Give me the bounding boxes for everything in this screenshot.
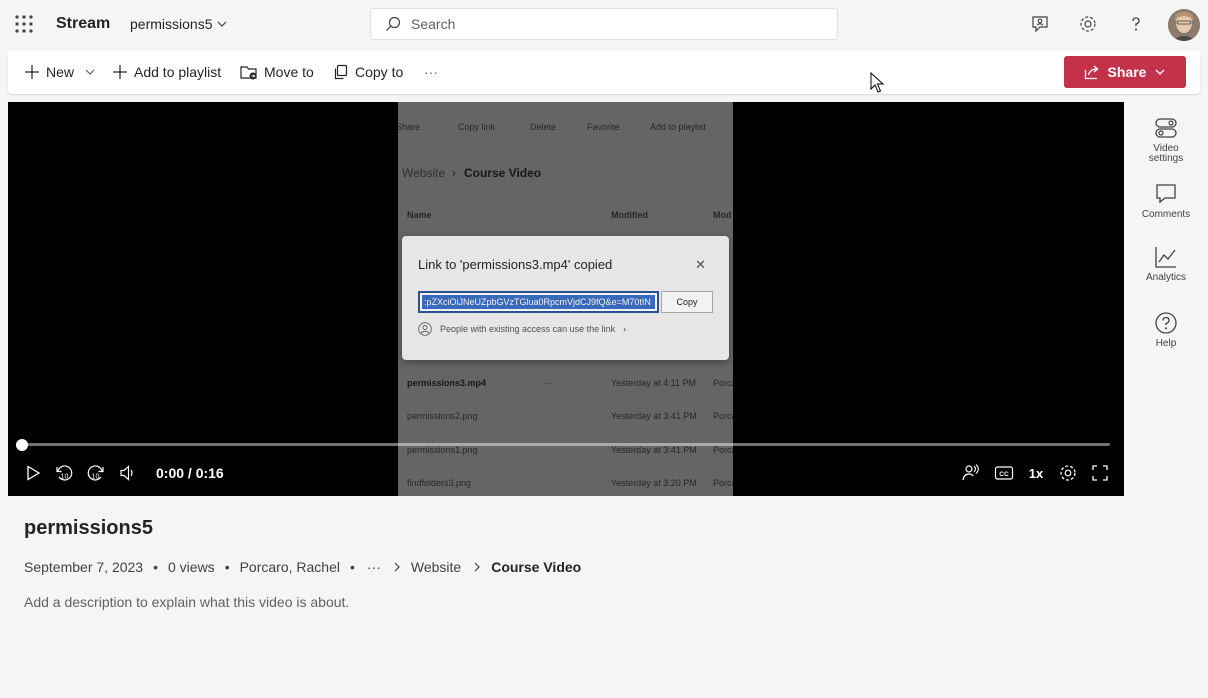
app-launcher-icon[interactable] bbox=[14, 14, 34, 34]
help-label: Help bbox=[1155, 338, 1177, 349]
comments-button[interactable]: Comments bbox=[1134, 182, 1198, 220]
copy-to-button[interactable]: Copy to bbox=[333, 62, 403, 82]
owner-name[interactable]: Porcaro, Rachel bbox=[240, 559, 340, 575]
settings-gear-icon[interactable] bbox=[1076, 12, 1100, 36]
copy-to-label: Copy to bbox=[355, 64, 404, 80]
description-field[interactable]: Add a description to explain what this v… bbox=[24, 594, 349, 610]
video-frame: Share Copy link Delete Favorite Add to p… bbox=[398, 102, 733, 496]
search-icon bbox=[386, 16, 401, 31]
comments-label: Comments bbox=[1141, 209, 1191, 220]
video-settings-button[interactable]: Video settings bbox=[1134, 116, 1198, 164]
path-parent-link[interactable]: Website bbox=[411, 559, 461, 575]
progress-bar[interactable] bbox=[22, 443, 1110, 446]
search-input[interactable] bbox=[411, 16, 811, 32]
fullscreen-icon[interactable] bbox=[1089, 462, 1111, 484]
rewind-10-icon[interactable]: 10 bbox=[53, 462, 75, 484]
video-settings-label: Video settings bbox=[1148, 143, 1184, 164]
avatar[interactable] bbox=[1168, 9, 1200, 41]
app-name[interactable]: Stream bbox=[56, 15, 110, 33]
share-icon bbox=[1084, 65, 1099, 80]
feedback-icon[interactable] bbox=[1028, 12, 1052, 36]
forward-10-icon[interactable]: 10 bbox=[85, 462, 107, 484]
player-settings-gear-icon[interactable] bbox=[1057, 462, 1079, 484]
upload-date: September 7, 2023 bbox=[24, 559, 144, 575]
search-box[interactable] bbox=[370, 8, 838, 40]
new-button[interactable]: New bbox=[24, 62, 96, 82]
add-to-playlist-button[interactable]: Add to playlist bbox=[112, 62, 221, 82]
play-icon[interactable] bbox=[22, 462, 44, 484]
playback-speed-button[interactable]: 1x bbox=[1025, 462, 1047, 484]
plus-icon bbox=[25, 65, 39, 79]
svg-text:CC: CC bbox=[999, 471, 1009, 478]
chevron-right-icon bbox=[474, 562, 481, 572]
separator-dot: • bbox=[349, 559, 355, 575]
chevron-down-icon bbox=[1155, 69, 1165, 75]
move-folder-icon bbox=[240, 66, 257, 80]
time-display: 0:00 / 0:16 bbox=[156, 465, 224, 481]
share-button[interactable]: Share bbox=[1064, 56, 1186, 88]
command-bar: New Add to playlist Move to Copy to ··· … bbox=[8, 50, 1200, 94]
breadcrumb-dropdown[interactable]: permissions5 bbox=[130, 16, 228, 32]
forward-seconds: 10 bbox=[92, 474, 100, 481]
path-more-button[interactable]: ··· bbox=[367, 559, 381, 575]
top-bar: Stream permissions5 bbox=[0, 0, 1208, 48]
move-to-button[interactable]: Move to bbox=[240, 62, 314, 82]
video-player[interactable]: Share Copy link Delete Favorite Add to p… bbox=[8, 102, 1124, 496]
video-title[interactable]: permissions5 bbox=[24, 517, 153, 540]
view-count: 0 views bbox=[168, 559, 215, 575]
add-to-playlist-label: Add to playlist bbox=[134, 64, 222, 80]
separator-dot: • bbox=[224, 559, 230, 575]
chevron-down-icon bbox=[218, 21, 227, 27]
share-label: Share bbox=[1107, 64, 1147, 80]
audio-description-icon[interactable] bbox=[960, 462, 982, 484]
captions-icon[interactable]: CC bbox=[993, 462, 1015, 484]
help-icon[interactable] bbox=[1124, 12, 1148, 36]
volume-icon[interactable] bbox=[117, 462, 139, 484]
copy-icon bbox=[334, 64, 348, 80]
move-to-label: Move to bbox=[264, 64, 314, 80]
analytics-label: Analytics bbox=[1145, 272, 1186, 283]
separator-dot: • bbox=[153, 559, 158, 575]
breadcrumb-label: permissions5 bbox=[130, 16, 213, 32]
video-settings-icon bbox=[1155, 118, 1177, 138]
comment-icon bbox=[1156, 184, 1176, 204]
frame-overlay bbox=[398, 102, 733, 496]
help-button[interactable]: Help bbox=[1134, 311, 1198, 349]
analytics-chart-icon bbox=[1155, 247, 1176, 268]
chevron-right-icon bbox=[394, 562, 400, 572]
analytics-button[interactable]: Analytics bbox=[1134, 245, 1198, 283]
more-commands-button[interactable]: ··· bbox=[424, 62, 438, 82]
progress-thumb[interactable] bbox=[16, 439, 28, 451]
video-meta: September 7, 2023 • 0 views • Porcaro, R… bbox=[24, 559, 581, 575]
help-circle-icon bbox=[1155, 312, 1177, 334]
rewind-seconds: 10 bbox=[61, 474, 69, 481]
path-current: Course Video bbox=[491, 559, 582, 575]
new-label: New bbox=[46, 64, 75, 80]
mouse-cursor-icon bbox=[870, 72, 885, 93]
chevron-down-icon bbox=[85, 69, 95, 75]
plus-icon bbox=[113, 65, 127, 79]
